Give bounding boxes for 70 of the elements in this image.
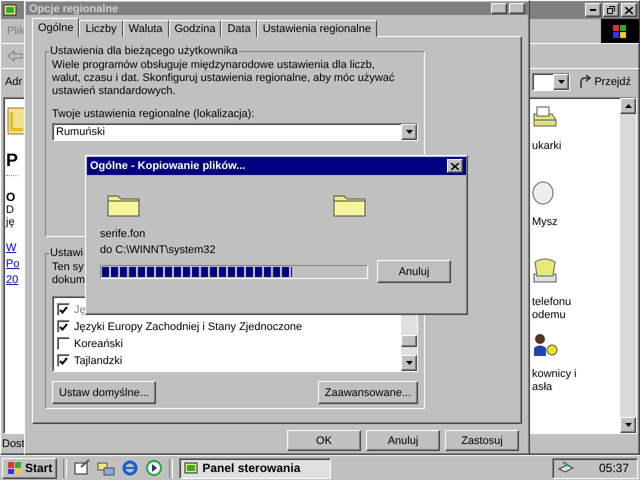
go-button[interactable]: Przejdź xyxy=(576,75,633,89)
link[interactable]: Po xyxy=(6,258,20,270)
icon-label[interactable]: ukarki xyxy=(532,140,562,153)
minimize-icon xyxy=(590,9,596,11)
tab[interactable]: Data xyxy=(221,20,257,37)
media-player-icon[interactable] xyxy=(145,459,164,477)
description-text: Ten sy xyxy=(52,261,84,274)
scroll-thumb[interactable] xyxy=(401,335,417,347)
icon-label[interactable]: asła xyxy=(532,381,577,394)
description-text: dokum xyxy=(52,274,86,287)
close-icon xyxy=(625,6,633,14)
tab[interactable]: Liczby xyxy=(79,20,123,37)
cancel-button[interactable]: Anuluj xyxy=(377,260,451,283)
description-text: ję xyxy=(6,216,15,228)
restore-button[interactable] xyxy=(603,3,619,17)
icon-label[interactable]: kownicy i xyxy=(532,368,577,381)
description-text: Wiele programów obsługuje międzynarodowe ustawienia dla liczb, walut, czasu i dat. Skonfiguruj ustawienia regionalne, aby móc używać ustawień standardowych. xyxy=(52,59,396,98)
checkmark-icon xyxy=(59,356,68,364)
dialog-button[interactable]: Anuluj xyxy=(366,430,440,451)
window-title: Opcje regionalne xyxy=(29,2,120,14)
language-item[interactable]: Języki Europy Zachodniej i Stany Zjednoczone xyxy=(53,318,401,335)
scroll-down-icon xyxy=(624,423,632,427)
icon-label[interactable]: telefonu xyxy=(532,296,572,309)
tab[interactable]: Godzina xyxy=(168,20,222,37)
icon-label[interactable]: odemu xyxy=(532,309,572,322)
dropdown-button[interactable] xyxy=(553,74,570,90)
locale-dropdown[interactable]: Rumuński xyxy=(52,123,418,141)
tab[interactable]: Ustawienia regionalne xyxy=(256,20,377,37)
caret-icon xyxy=(406,130,412,134)
language-item[interactable]: Tajlandzki xyxy=(53,352,401,369)
file-name: serife.fon xyxy=(100,227,146,242)
heading: P xyxy=(6,150,18,176)
address-label: Adr xyxy=(5,76,22,88)
dialog-button[interactable]: Ustaw domyślne... xyxy=(52,381,156,404)
close-icon xyxy=(451,162,459,170)
restore-icon xyxy=(607,6,615,14)
group-title: Ustawienia dla bieżącego użytkownika xyxy=(49,45,239,57)
dialog-button[interactable]: OK xyxy=(287,430,361,451)
tab[interactable]: Waluta xyxy=(122,20,168,37)
mouse-icon xyxy=(532,180,556,206)
group-title: Ustawi xyxy=(49,247,84,259)
link[interactable]: 20 xyxy=(6,274,18,286)
windows-flag-icon xyxy=(7,461,23,475)
field-label: Twoje ustawienia regionalne (lokalizacja): xyxy=(52,108,256,120)
minimize-button[interactable] xyxy=(585,3,601,17)
scroll-down-icon xyxy=(406,361,412,365)
curved-arrow-icon xyxy=(578,75,592,89)
caret-icon xyxy=(558,80,565,84)
start-button[interactable]: Start xyxy=(2,458,58,478)
subheading: O xyxy=(6,190,16,204)
users-icon xyxy=(532,332,558,358)
description-text: D xyxy=(6,204,14,216)
control-panel-icon xyxy=(3,4,17,16)
tab[interactable]: Ogólne xyxy=(32,18,80,37)
link[interactable]: W xyxy=(6,242,16,254)
address-field[interactable] xyxy=(532,73,570,91)
scroll-up-icon xyxy=(624,104,632,108)
control-panel-icon xyxy=(184,462,198,474)
icon-label[interactable]: Mysz xyxy=(532,216,558,229)
desktop-icon[interactable] xyxy=(73,459,92,477)
window-title: Ogólne - Kopiowanie plików... xyxy=(90,160,246,172)
browser-icon[interactable] xyxy=(121,459,140,477)
status-bar-text: Dost xyxy=(2,438,25,450)
destination-path: do C:\WINNT\system32 xyxy=(100,243,217,258)
language-item[interactable]: Koreański xyxy=(53,335,401,352)
dialog-button[interactable]: Zaawansowane... xyxy=(318,381,418,404)
dialog-button[interactable]: Zastosuj xyxy=(445,430,519,451)
windows-logo xyxy=(601,19,639,43)
scrollbar[interactable] xyxy=(620,98,636,433)
taskbar-button[interactable]: Panel sterowania xyxy=(179,458,332,478)
